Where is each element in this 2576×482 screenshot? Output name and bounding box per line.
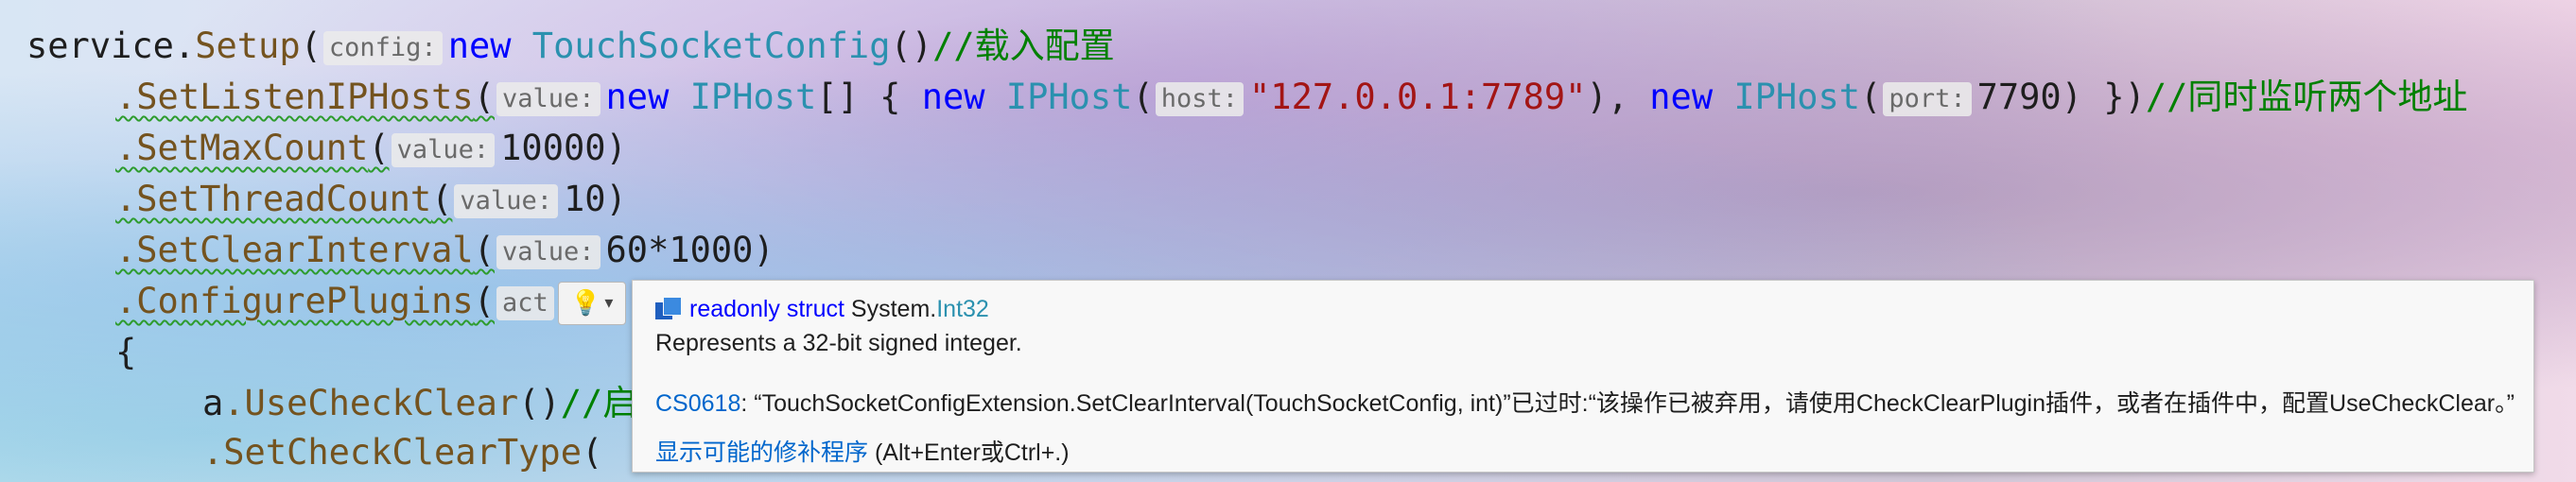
number-literal: 10 [563,179,606,219]
comment: //同时监听两个地址 [2145,77,2468,117]
punctuation: ( [473,230,495,270]
comment: //载入配置 [932,26,1115,66]
punctuation: ), [1586,77,1650,117]
tooltip-diagnostic: CS0618: “TouchSocketConfigExtension.SetC… [655,385,2515,419]
code-line-2[interactable]: .SetListenIPHosts(value: new IPHost[] { n… [115,72,2467,123]
squiggle-span: .SetMaxCount( [115,128,390,168]
squiggle-span: .SetThreadCount( [115,179,452,219]
punctuation: ( [581,432,603,473]
method-name: .SetClearInterval [115,230,474,270]
inlay-hint: act [496,285,554,320]
punctuation: ( [431,179,453,219]
method-name: .SetCheckClearType [202,432,582,473]
type-name: IPHost [689,77,817,117]
punctuation: ) [753,230,775,270]
inlay-hint: port: [1883,81,1972,116]
code-line-7[interactable]: { [115,327,136,378]
method-name: .SetThreadCount [115,179,432,219]
code-line-4[interactable]: .SetThreadCount(value: 10) [115,174,627,225]
keyword: new [1649,77,1714,117]
string-literal: "127.0.0.1:7789" [1249,77,1587,117]
inlay-hint: config: [322,30,443,65]
tooltip-fix-row: 显示可能的修补程序 (Alt+Enter或Ctrl+.) [655,434,1070,468]
squiggle-span: .SetListenIPHosts( [115,77,495,117]
fix-shortcut-hint: (Alt+Enter或Ctrl+.) [868,439,1070,466]
identifier: a [202,383,224,423]
diagnostic-code-link[interactable]: CS0618 [655,390,740,417]
keyword: new [921,77,985,117]
lightbulb-icon: 💡 [570,288,601,318]
punctuation: ( [368,128,390,168]
method-name: .SetMaxCount [115,128,369,168]
punctuation: [] { [816,77,922,117]
tooltip-signature: readonly struct System.Int32 [655,296,989,323]
method-name: .ConfigurePlugins [115,281,474,321]
punctuation: { [115,332,137,372]
punctuation: ( [300,26,322,66]
tooltip-summary: Represents a 32-bit signed integer. [655,330,1022,356]
inlay-hint: value: [391,132,496,167]
code-line-8[interactable]: a.UseCheckClear()//启 [202,378,637,429]
diagnostic-message: : “TouchSocketConfigExtension.SetClearIn… [740,390,2515,417]
punctuation: ( [473,77,495,117]
comment: //启 [560,383,638,423]
code-line-5[interactable]: .SetClearInterval(value: 60*1000) [115,225,775,276]
method-name: .UseCheckClear [223,383,519,423]
code-line-6[interactable]: .ConfigurePlugins(act💡▾: [115,276,651,327]
punctuation: ( [1132,77,1154,117]
type-name: IPHost [1005,77,1133,117]
code-line-3[interactable]: .SetMaxCount(value: 10000) [115,123,627,174]
punctuation: ) [605,128,627,168]
type-name: IPHost [1733,77,1861,117]
code-line-1[interactable]: service.Setup(config: new TouchSocketConf… [26,21,1115,72]
squiggle-span: .SetClearInterval( [115,230,495,270]
show-potential-fixes-link[interactable]: 显示可能的修补程序 [655,439,868,466]
struct-icon [655,297,682,321]
type-name: TouchSocketConfig [531,26,891,66]
number-literal: 10000 [500,128,606,168]
tooltip-keyword: readonly struct [689,296,844,322]
number-literal: 7790 [1976,77,2062,117]
inlay-hint: host: [1155,81,1244,116]
inlay-hint: value: [496,81,600,116]
punctuation: ) [605,179,627,219]
punctuation: () [518,383,561,423]
squiggle-span: .ConfigurePlugins( [115,281,495,321]
identifier: service [26,26,174,66]
number-literal: 60*1000 [605,230,754,270]
punctuation: ( [473,281,495,321]
inlay-hint: value: [454,183,558,218]
keyword: new [447,26,512,66]
keyword: new [605,77,670,117]
chevron-down-icon: ▾ [604,292,614,313]
inlay-hint: value: [496,234,600,269]
tooltip-namespace: System. [844,296,937,322]
quick-actions-button[interactable]: 💡 ▾ [557,281,626,325]
punctuation: () [890,26,933,66]
method-name: Setup [195,26,301,66]
code-line-9[interactable]: .SetCheckClearType( [202,427,602,478]
method-name: .SetListenIPHosts [115,77,474,117]
punctuation: ) }) [2061,77,2146,117]
punctuation: . [173,26,196,66]
punctuation: ( [1860,77,1882,117]
quick-info-tooltip: readonly struct System.Int32 Represents … [632,280,2534,473]
tooltip-type: Int32 [936,296,989,322]
